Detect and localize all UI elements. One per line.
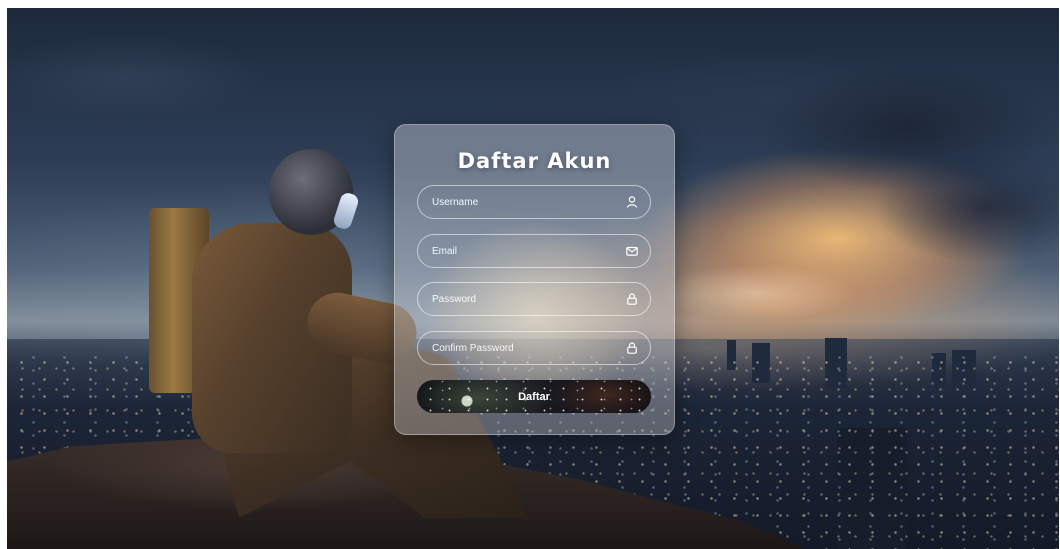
- lock-icon: [627, 342, 637, 354]
- password-input[interactable]: [432, 283, 612, 315]
- register-card: Daftar Akun Daftar: [394, 124, 675, 435]
- confirm-password-input[interactable]: [432, 332, 612, 364]
- email-input[interactable]: [432, 235, 612, 267]
- email-field[interactable]: [417, 234, 651, 268]
- username-input[interactable]: [432, 186, 612, 218]
- confirm-password-field[interactable]: [417, 331, 651, 365]
- register-title: Daftar Akun: [457, 149, 612, 173]
- mail-icon: [626, 246, 638, 256]
- username-field[interactable]: [417, 185, 651, 219]
- lock-icon: [627, 293, 637, 305]
- daftar-button-label: Daftar: [518, 390, 550, 403]
- user-icon: [626, 196, 638, 208]
- daftar-button[interactable]: Daftar: [417, 380, 651, 413]
- password-field[interactable]: [417, 282, 651, 316]
